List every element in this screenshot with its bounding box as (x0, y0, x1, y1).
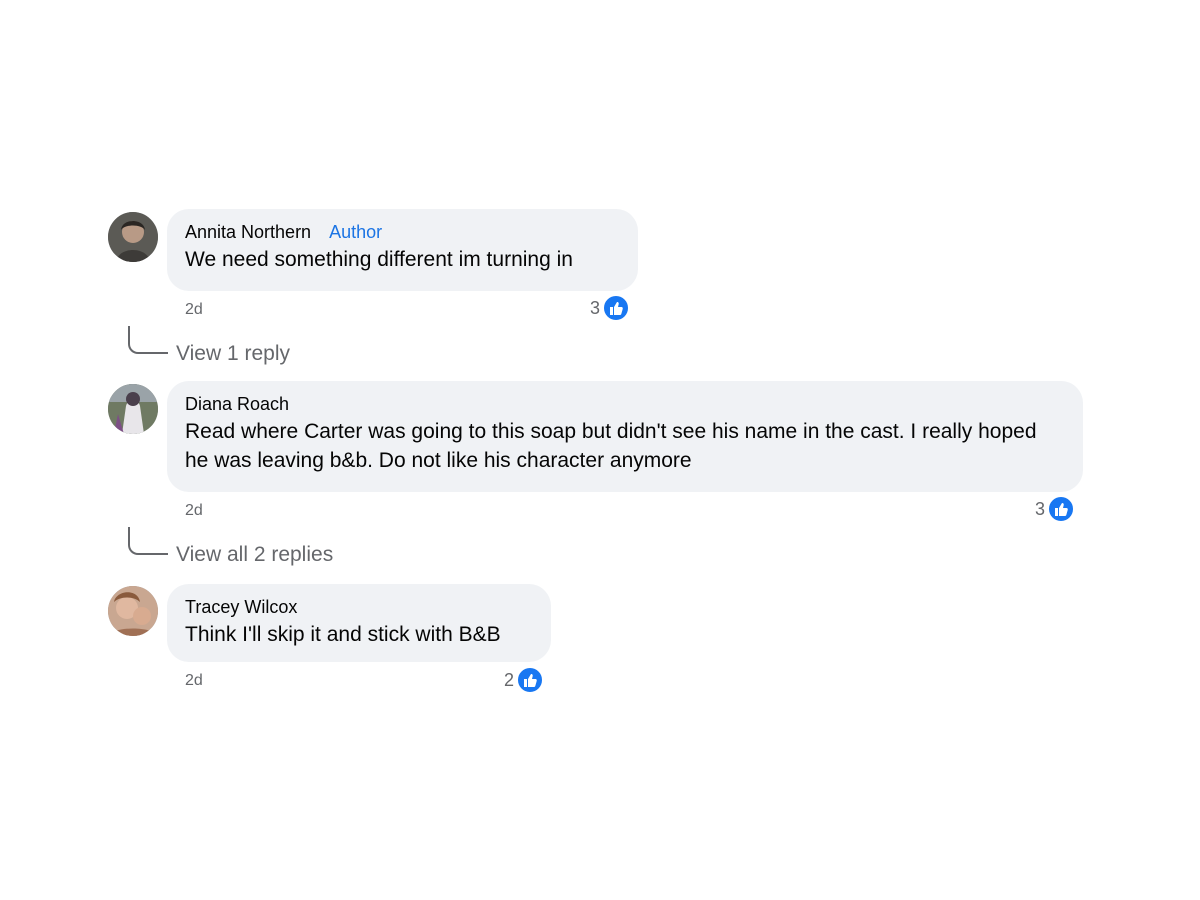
comment-author[interactable]: Tracey Wilcox (185, 595, 297, 619)
reaction-count: 3 (1035, 498, 1046, 519)
view-replies-label: View all 2 replies (176, 543, 334, 566)
comment-bubble: Tracey Wilcox Think I'll skip it and sti… (167, 584, 551, 662)
comment-thread: Annita Northern Author We need something… (0, 0, 1200, 900)
comment-text: Think I'll skip it and stick with B&B (185, 623, 501, 646)
avatar-photo (108, 586, 158, 636)
avatar[interactable] (108, 586, 158, 636)
comment-bubble: Diana Roach Read where Carter was going … (167, 381, 1083, 492)
view-replies-label: View 1 reply (176, 342, 291, 365)
reaction-summary[interactable]: 2 (504, 666, 545, 694)
view-replies-link[interactable]: View 1 reply (128, 326, 290, 365)
reaction-count: 3 (590, 297, 601, 318)
like-icon (1047, 495, 1076, 523)
like-icon (516, 666, 545, 694)
comment-text: We need something different im turning i… (185, 248, 573, 271)
reaction-count: 2 (504, 669, 515, 690)
comment-text: Read where Carter was going to this soap… (185, 420, 1037, 472)
comment-bubble: Annita Northern Author We need something… (167, 209, 638, 291)
view-replies-link[interactable]: View all 2 replies (128, 527, 333, 566)
comment-author[interactable]: Diana Roach (185, 392, 289, 416)
reaction-summary[interactable]: 3 (590, 294, 631, 322)
reply-connector-line (128, 326, 168, 354)
comment-timestamp[interactable]: 2d (185, 672, 203, 690)
avatar[interactable] (108, 384, 158, 434)
reply-connector-line (128, 527, 168, 555)
avatar-photo (108, 384, 158, 434)
avatar[interactable] (108, 212, 158, 262)
like-icon (602, 294, 631, 322)
avatar-photo (108, 212, 158, 262)
reaction-summary[interactable]: 3 (1035, 495, 1076, 523)
author-badge: Author (329, 222, 383, 242)
comment-author[interactable]: Annita Northern (185, 220, 311, 244)
comment-timestamp[interactable]: 2d (185, 301, 203, 319)
comment-timestamp[interactable]: 2d (185, 502, 203, 520)
